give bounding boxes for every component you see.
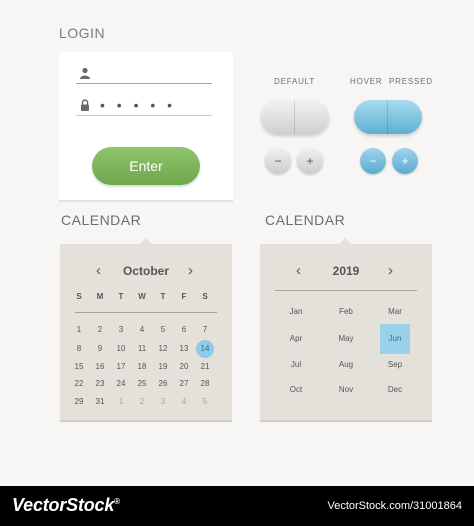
day-cell[interactable]: 17 xyxy=(111,359,131,375)
day-cell[interactable]: 8 xyxy=(69,341,89,357)
day-cell[interactable]: 10 xyxy=(111,341,131,357)
login-card: • • • • • Enter xyxy=(59,52,233,202)
month-label: October xyxy=(122,264,169,278)
day-cell[interactable]: 1 xyxy=(111,394,131,410)
weekday-header: S xyxy=(76,292,82,301)
day-cell[interactable]: 22 xyxy=(69,376,89,392)
password-field[interactable]: • • • • • xyxy=(76,96,212,116)
weekday-header: T xyxy=(160,292,166,301)
day-calendar: October ‹ › S M T W T F S 1 2 3 4 5 6 7 8 9 10 11 12 13 14 15… xyxy=(60,238,232,422)
day-cell[interactable]: 19 xyxy=(153,359,173,375)
user-icon xyxy=(80,67,90,79)
pressed-plus-button[interactable]: + xyxy=(392,148,418,174)
day-cell[interactable]: 12 xyxy=(153,341,173,357)
next-year-button[interactable]: › xyxy=(388,262,393,279)
day-cell[interactable]: 18 xyxy=(132,359,152,375)
default-toggle-button[interactable] xyxy=(261,100,329,134)
day-cell[interactable]: 29 xyxy=(69,394,89,410)
hover-state-label: HOVER xyxy=(350,77,383,86)
day-cell[interactable]: 7 xyxy=(195,322,215,338)
day-cell[interactable]: 24 xyxy=(111,376,131,392)
day-cell[interactable]: 3 xyxy=(153,394,173,410)
day-cell[interactable]: 2 xyxy=(132,394,152,410)
day-cell[interactable]: 4 xyxy=(132,322,152,338)
weekday-header: M xyxy=(96,292,104,301)
default-toggle-right[interactable] xyxy=(295,100,329,134)
day-cell[interactable]: 4 xyxy=(174,394,194,410)
calendar-days-title: CALENDAR xyxy=(61,212,142,228)
footer-bar: VectorStock® VectorStock.com/31001864 xyxy=(0,486,474,526)
day-cell[interactable]: 9 xyxy=(90,341,110,357)
lock-icon xyxy=(81,99,89,111)
day-cell[interactable]: 2 xyxy=(90,322,110,338)
month-cell[interactable]: Dec xyxy=(380,375,410,405)
default-state-label: DEFAULT xyxy=(274,77,316,86)
prev-month-button[interactable]: ‹ xyxy=(96,262,101,279)
month-calendar: 2019 ‹ › Jan Feb Mar Apr May Jun Jul Aug Sep Oct N… xyxy=(260,238,432,422)
default-toggle-left[interactable] xyxy=(261,100,295,134)
calendar-pointer xyxy=(339,238,351,244)
hover-toggle-left[interactable] xyxy=(354,100,388,134)
day-cell[interactable]: 28 xyxy=(195,376,215,392)
day-cell[interactable]: 3 xyxy=(111,322,131,338)
pressed-state-label: PRESSED xyxy=(389,77,433,86)
username-field[interactable] xyxy=(76,64,212,84)
day-cell[interactable]: 15 xyxy=(69,359,89,375)
day-cell[interactable]: 20 xyxy=(174,359,194,375)
login-title: LOGIN xyxy=(59,25,106,41)
day-cell[interactable]: 26 xyxy=(153,376,173,392)
day-cell[interactable]: 21 xyxy=(195,359,215,375)
day-cell[interactable]: 1 xyxy=(69,322,89,338)
month-cell[interactable]: Mar xyxy=(380,297,410,327)
day-cell[interactable]: 11 xyxy=(132,341,152,357)
weekday-header: F xyxy=(181,292,187,301)
day-cell[interactable]: 23 xyxy=(90,376,110,392)
day-cell[interactable]: 6 xyxy=(174,322,194,338)
month-cell[interactable]: Nov xyxy=(331,375,361,405)
day-cell[interactable]: 5 xyxy=(195,394,215,410)
calendar-months-title: CALENDAR xyxy=(265,212,346,228)
brand-registered-mark: ® xyxy=(114,497,120,506)
default-plus-button[interactable]: + xyxy=(297,148,323,174)
selected-day[interactable]: 14 xyxy=(196,340,214,358)
day-cell[interactable]: 25 xyxy=(132,376,152,392)
weekday-divider xyxy=(75,312,217,313)
weekday-header: W xyxy=(138,292,146,301)
day-cell[interactable]: 13 xyxy=(174,341,194,357)
year-label: 2019 xyxy=(332,264,360,278)
day-cell[interactable]: 16 xyxy=(90,359,110,375)
brand-name: VectorStock xyxy=(12,495,115,515)
day-cell[interactable]: 31 xyxy=(90,394,110,410)
enter-button[interactable]: Enter xyxy=(92,147,200,185)
weekday-header: S xyxy=(202,292,208,301)
month-cell[interactable]: Oct xyxy=(281,375,311,405)
prev-year-button[interactable]: ‹ xyxy=(296,262,301,279)
year-divider xyxy=(275,290,417,291)
default-minus-button[interactable]: − xyxy=(265,148,291,174)
calendar-pointer xyxy=(140,238,152,244)
day-cell[interactable]: 5 xyxy=(153,322,173,338)
password-mask: • • • • • xyxy=(100,97,177,113)
next-month-button[interactable]: › xyxy=(188,262,193,279)
pressed-toggle-right[interactable] xyxy=(388,100,422,134)
weekday-header: T xyxy=(118,292,124,301)
brand-logo: VectorStock® xyxy=(12,495,120,516)
day-cell[interactable]: 27 xyxy=(174,376,194,392)
hover-pressed-toggle-button[interactable] xyxy=(354,100,422,134)
month-cell[interactable]: Jan xyxy=(281,297,311,327)
hover-minus-button[interactable]: − xyxy=(360,148,386,174)
footer-url: VectorStock.com/31001864 xyxy=(327,500,462,512)
month-cell[interactable]: Feb xyxy=(331,297,361,327)
